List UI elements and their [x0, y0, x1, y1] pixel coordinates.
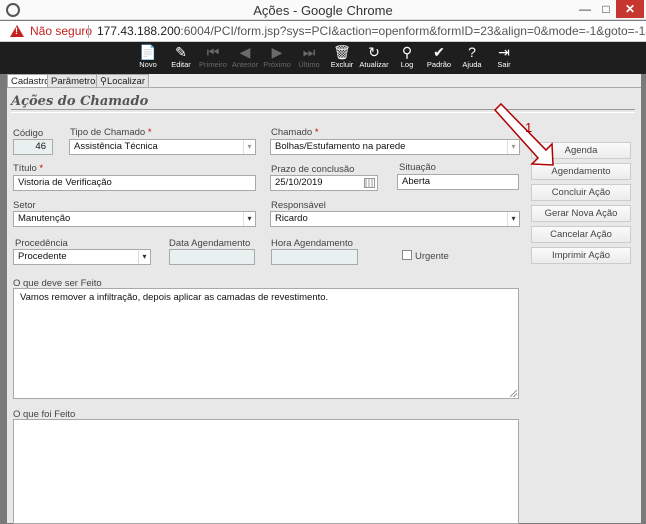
annotation-number: 1	[525, 120, 533, 135]
annotation-arrow	[493, 102, 554, 166]
